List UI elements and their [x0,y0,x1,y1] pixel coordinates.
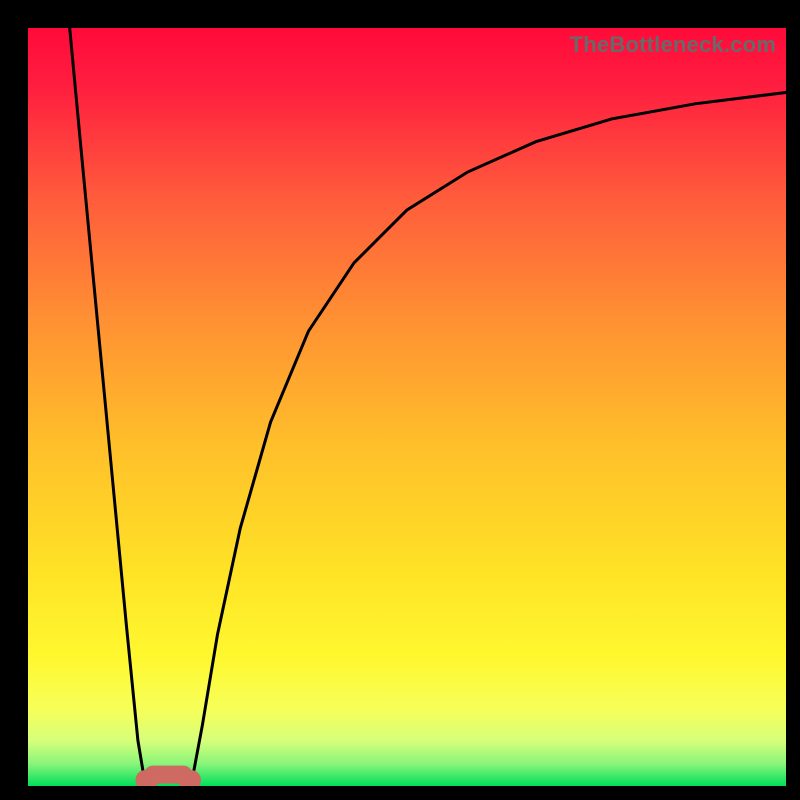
gradient-background [28,28,786,786]
bottleneck-curve-chart [28,28,786,786]
chart-frame: TheBottleneck.com [28,28,786,786]
watermark-text: TheBottleneck.com [570,32,776,58]
